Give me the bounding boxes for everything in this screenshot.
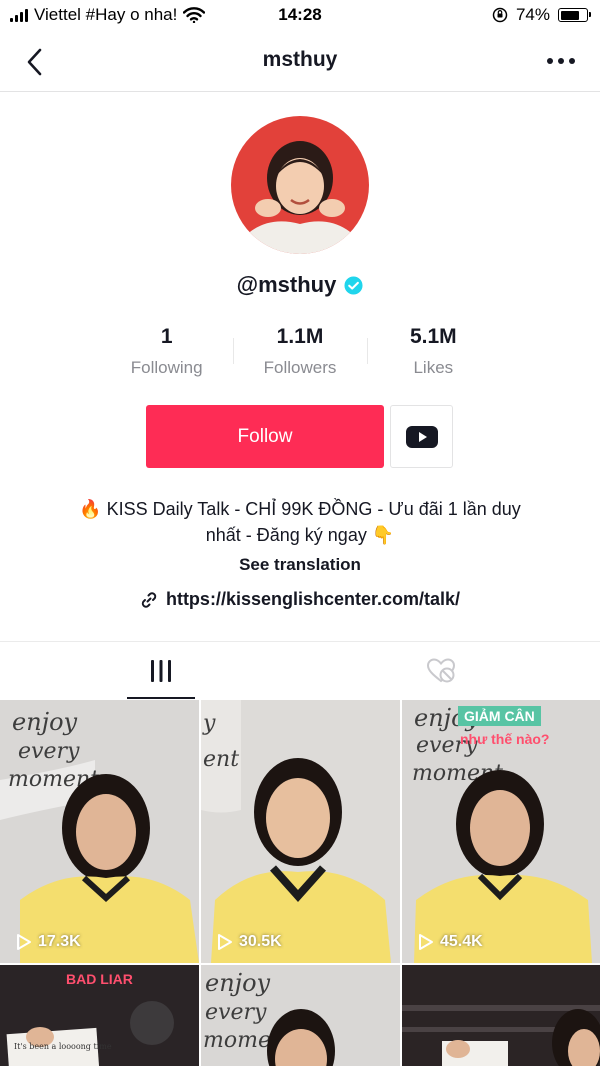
svg-text:y: y <box>202 711 216 736</box>
thumbnail-image: enjoy every moment <box>201 965 400 1066</box>
profile-bio: 🔥 KISS Daily Talk - CHỈ 99K ĐỒNG - Ưu đã… <box>40 496 560 548</box>
view-count: 30.5K <box>217 933 282 951</box>
battery-icon <box>558 8 591 22</box>
svg-text:It's been a loooong time: It's been a loooong time <box>14 1042 112 1051</box>
stat-value: 1 <box>160 325 173 348</box>
svg-text:enjoy: enjoy <box>12 708 78 736</box>
status-bar: Viettel #Hay o nha! 14:28 74% <box>0 0 600 32</box>
link-text: https://kissenglishcenter.com/talk/ <box>165 589 461 609</box>
play-icon <box>419 934 433 950</box>
thumbnail-image: enjoy every moment <box>0 700 199 963</box>
profile-handle: @msthuy <box>236 272 337 297</box>
grid-bars-icon <box>151 660 171 682</box>
overlay-caption: BAD LIAR <box>66 971 133 987</box>
video-thumbnail[interactable]: enjoy every moment GIẢM CÂN như thế nào?… <box>402 700 600 963</box>
svg-text:every: every <box>18 739 80 764</box>
more-options-button[interactable] <box>544 46 578 76</box>
video-thumbnail[interactable]: It's been a loooong time BAD LIAR <box>0 965 199 1066</box>
stat-label: Followers <box>263 358 337 377</box>
youtube-button[interactable] <box>390 405 453 468</box>
svg-text:ent: ent <box>203 747 239 772</box>
profile-tabs <box>0 641 600 699</box>
stat-likes: 5.1M Likes <box>366 324 500 384</box>
svg-text:enjoy: enjoy <box>205 969 271 997</box>
tab-videos[interactable] <box>61 642 261 700</box>
follow-button[interactable]: Follow <box>146 405 384 468</box>
thumbnail-image: y ent <box>201 700 400 963</box>
avatar[interactable] <box>231 116 369 254</box>
view-count-label: 17.3K <box>38 933 81 950</box>
view-count: 17.3K <box>16 933 81 951</box>
nav-bar: msthuy <box>0 32 600 92</box>
view-count-label: 45.4K <box>440 933 483 950</box>
profile-link[interactable]: https://kissenglishcenter.com/talk/ <box>0 589 600 610</box>
video-thumbnail[interactable] <box>402 965 600 1066</box>
play-icon <box>218 934 232 950</box>
overlay-caption: như thế nào? <box>460 731 550 747</box>
stat-followers[interactable]: 1.1M Followers <box>233 324 366 384</box>
play-icon <box>17 934 31 950</box>
stat-value: 1.1M <box>276 325 324 348</box>
link-icon <box>141 591 157 608</box>
video-thumbnail[interactable]: y ent 30.5K <box>201 700 400 963</box>
overlay-caption: GIẢM CÂN <box>458 706 541 726</box>
bio-line: 🔥 KISS Daily Talk - CHỈ 99K ĐỒNG - Ưu đã… <box>79 499 521 519</box>
svg-text:every: every <box>205 1000 267 1025</box>
bio-line: nhất - Đăng ký ngay 👇 <box>205 525 395 545</box>
view-count: 45.4K <box>418 933 483 951</box>
username-row: @msthuy <box>0 272 600 298</box>
youtube-icon <box>405 425 438 448</box>
thumbnail-image <box>402 965 600 1066</box>
stat-label: Following <box>130 358 203 377</box>
battery-percent: 74% <box>515 5 550 24</box>
stat-value: 5.1M <box>409 325 457 348</box>
video-thumbnail[interactable]: enjoy every moment <box>201 965 400 1066</box>
tab-liked[interactable] <box>381 642 501 700</box>
profile-stats: 1 Following 1.1M Followers 5.1M Likes <box>100 324 500 384</box>
stat-following[interactable]: 1 Following <box>100 324 233 384</box>
ellipsis-icon <box>547 58 575 64</box>
see-translation-link[interactable]: See translation <box>0 555 600 575</box>
orientation-lock-icon <box>492 7 508 23</box>
verified-badge-icon <box>344 275 363 295</box>
view-count-label: 30.5K <box>239 933 282 950</box>
page-title: msthuy <box>262 48 338 71</box>
stat-label: Likes <box>413 358 454 377</box>
hidden-heart-icon <box>426 658 456 683</box>
video-thumbnail[interactable]: enjoy every moment 17.3K <box>0 700 199 963</box>
